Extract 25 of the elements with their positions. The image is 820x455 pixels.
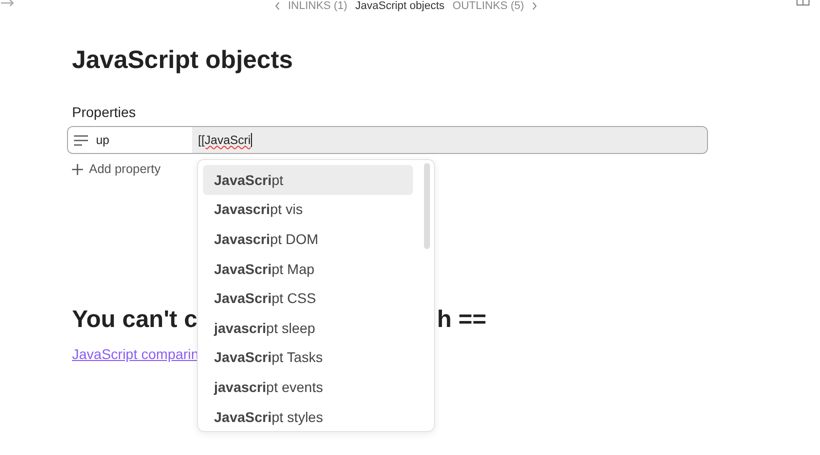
chevron-right-icon[interactable]	[532, 2, 538, 10]
suggestion-item[interactable]: JavaScript Map	[203, 254, 413, 284]
scrollbar[interactable]	[424, 163, 430, 249]
suggestion-item[interactable]: JavaScript Tasks	[203, 342, 413, 372]
add-property-button[interactable]: Add property	[72, 162, 182, 176]
note-title: JavaScript objects	[355, 0, 445, 12]
suggestion-item[interactable]: Javascript DOM	[203, 224, 413, 254]
page-title: JavaScript objects	[72, 46, 294, 76]
property-value-field[interactable]: [[JavaScri	[192, 127, 707, 153]
property-key[interactable]: up	[96, 133, 110, 147]
chevron-left-icon[interactable]	[274, 2, 280, 10]
suggestion-item[interactable]: javascript sleep	[203, 312, 413, 343]
note-link[interactable]: JavaScript comparin	[72, 346, 199, 362]
properties-label: Properties	[72, 104, 137, 122]
suggestion-item[interactable]: JavaScript styles	[203, 402, 413, 432]
outlinks-link[interactable]: OUTLINKS (5)	[452, 0, 524, 12]
section-heading: h ==	[437, 306, 486, 334]
suggestion-item[interactable]: Javascript vis	[203, 194, 413, 224]
suggestion-item[interactable]: JavaScript	[203, 165, 413, 195]
inlinks-link[interactable]: INLINKS (1)	[288, 0, 348, 12]
suggestion-item[interactable]: javascript events	[203, 372, 413, 402]
text-lines-icon[interactable]	[74, 134, 88, 146]
plus-icon	[72, 164, 83, 174]
suggestion-item[interactable]: JavaScript CSS	[203, 283, 413, 313]
section-heading: You can't c	[72, 306, 198, 334]
